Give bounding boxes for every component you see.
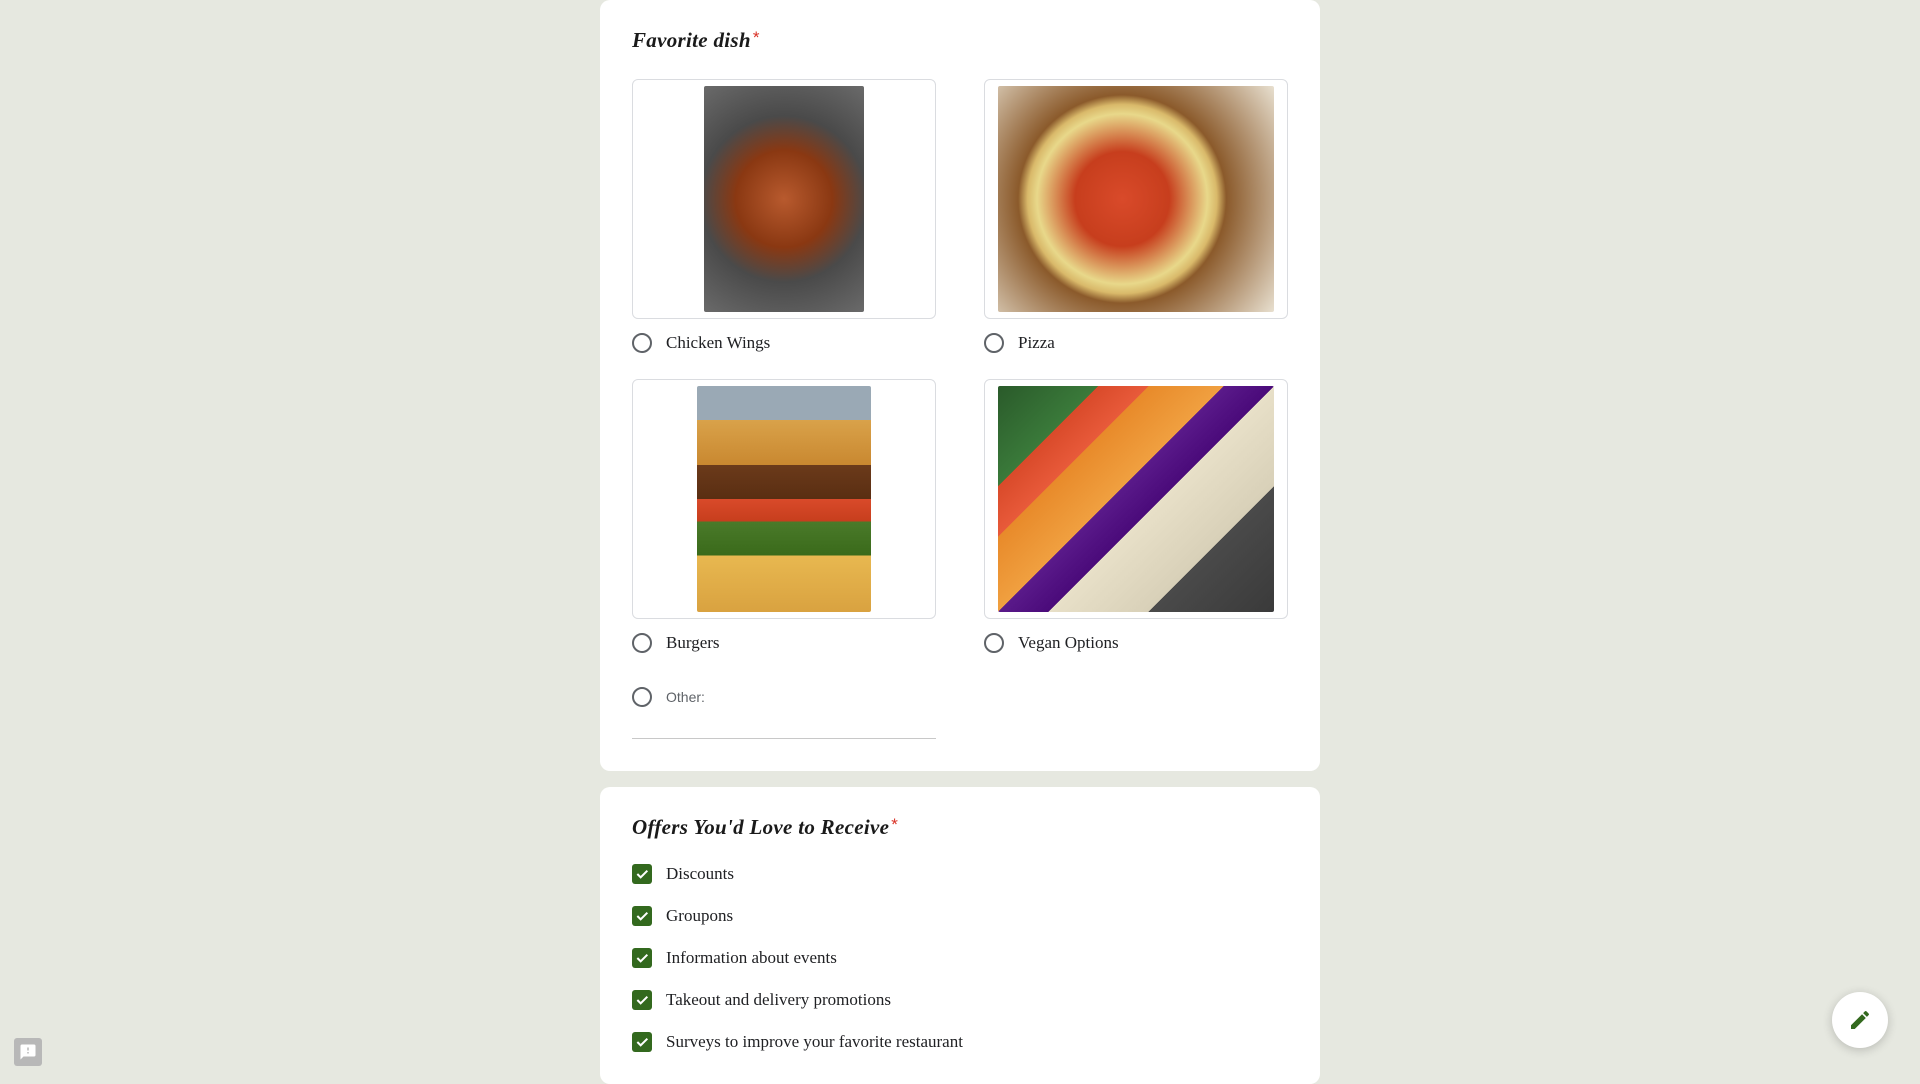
checkbox-label: Takeout and delivery promotions <box>666 990 891 1010</box>
question-card-favorite-dish: Favorite dish* Chicken Wings <box>600 0 1320 771</box>
checkbox-label: Discounts <box>666 864 734 884</box>
edit-form-button[interactable] <box>1832 992 1888 1048</box>
option-image-chicken-wings[interactable] <box>632 79 936 319</box>
other-text-input[interactable] <box>632 711 936 739</box>
checkbox-groupons[interactable]: Groupons <box>632 906 1288 926</box>
other-label: Other: <box>666 689 705 705</box>
question-title: Favorite dish <box>632 28 751 52</box>
radio-label: Vegan Options <box>1018 633 1119 653</box>
radio-icon <box>632 333 652 353</box>
radio-label: Burgers <box>666 633 720 653</box>
checkbox-label: Groupons <box>666 906 733 926</box>
radio-label: Chicken Wings <box>666 333 770 353</box>
radio-label: Pizza <box>1018 333 1055 353</box>
checkbox-takeout-delivery[interactable]: Takeout and delivery promotions <box>632 990 1288 1010</box>
option-pizza: Pizza <box>984 79 1288 353</box>
checkbox-checked-icon <box>632 906 652 926</box>
question-title-row: Offers You'd Love to Receive* <box>632 815 1288 840</box>
radio-icon <box>632 687 652 707</box>
radio-other[interactable]: Other: <box>632 687 936 707</box>
option-vegan: Vegan Options <box>984 379 1288 653</box>
option-image-pizza[interactable] <box>984 79 1288 319</box>
question-card-offers: Offers You'd Love to Receive* Discounts … <box>600 787 1320 1084</box>
checkbox-checked-icon <box>632 990 652 1010</box>
option-chicken-wings: Chicken Wings <box>632 79 936 353</box>
option-image-vegan[interactable] <box>984 379 1288 619</box>
chicken-wings-image <box>704 86 864 312</box>
options-grid: Chicken Wings Pizza Bu <box>632 79 1288 739</box>
pizza-image <box>998 86 1274 312</box>
question-title-row: Favorite dish* <box>632 28 1288 53</box>
feedback-icon <box>19 1043 37 1061</box>
report-problem-button[interactable] <box>14 1038 42 1066</box>
radio-icon <box>984 333 1004 353</box>
option-burgers: Burgers <box>632 379 936 653</box>
checkbox-discounts[interactable]: Discounts <box>632 864 1288 884</box>
burger-image <box>697 386 871 612</box>
checkbox-list: Discounts Groupons Information about eve… <box>632 864 1288 1052</box>
radio-pizza[interactable]: Pizza <box>984 333 1288 353</box>
checkbox-checked-icon <box>632 864 652 884</box>
checkbox-information-events[interactable]: Information about events <box>632 948 1288 968</box>
required-asterisk: * <box>891 815 898 834</box>
checkbox-surveys[interactable]: Surveys to improve your favorite restaur… <box>632 1032 1288 1052</box>
radio-icon <box>632 633 652 653</box>
radio-burgers[interactable]: Burgers <box>632 633 936 653</box>
radio-chicken-wings[interactable]: Chicken Wings <box>632 333 936 353</box>
option-other: Other: <box>632 679 936 739</box>
checkbox-label: Surveys to improve your favorite restaur… <box>666 1032 963 1052</box>
pencil-icon <box>1848 1008 1872 1032</box>
required-asterisk: * <box>753 28 760 47</box>
checkbox-checked-icon <box>632 1032 652 1052</box>
option-image-burgers[interactable] <box>632 379 936 619</box>
checkbox-checked-icon <box>632 948 652 968</box>
radio-icon <box>984 633 1004 653</box>
checkbox-label: Information about events <box>666 948 837 968</box>
vegan-image <box>998 386 1274 612</box>
question-title: Offers You'd Love to Receive <box>632 815 889 839</box>
radio-vegan[interactable]: Vegan Options <box>984 633 1288 653</box>
